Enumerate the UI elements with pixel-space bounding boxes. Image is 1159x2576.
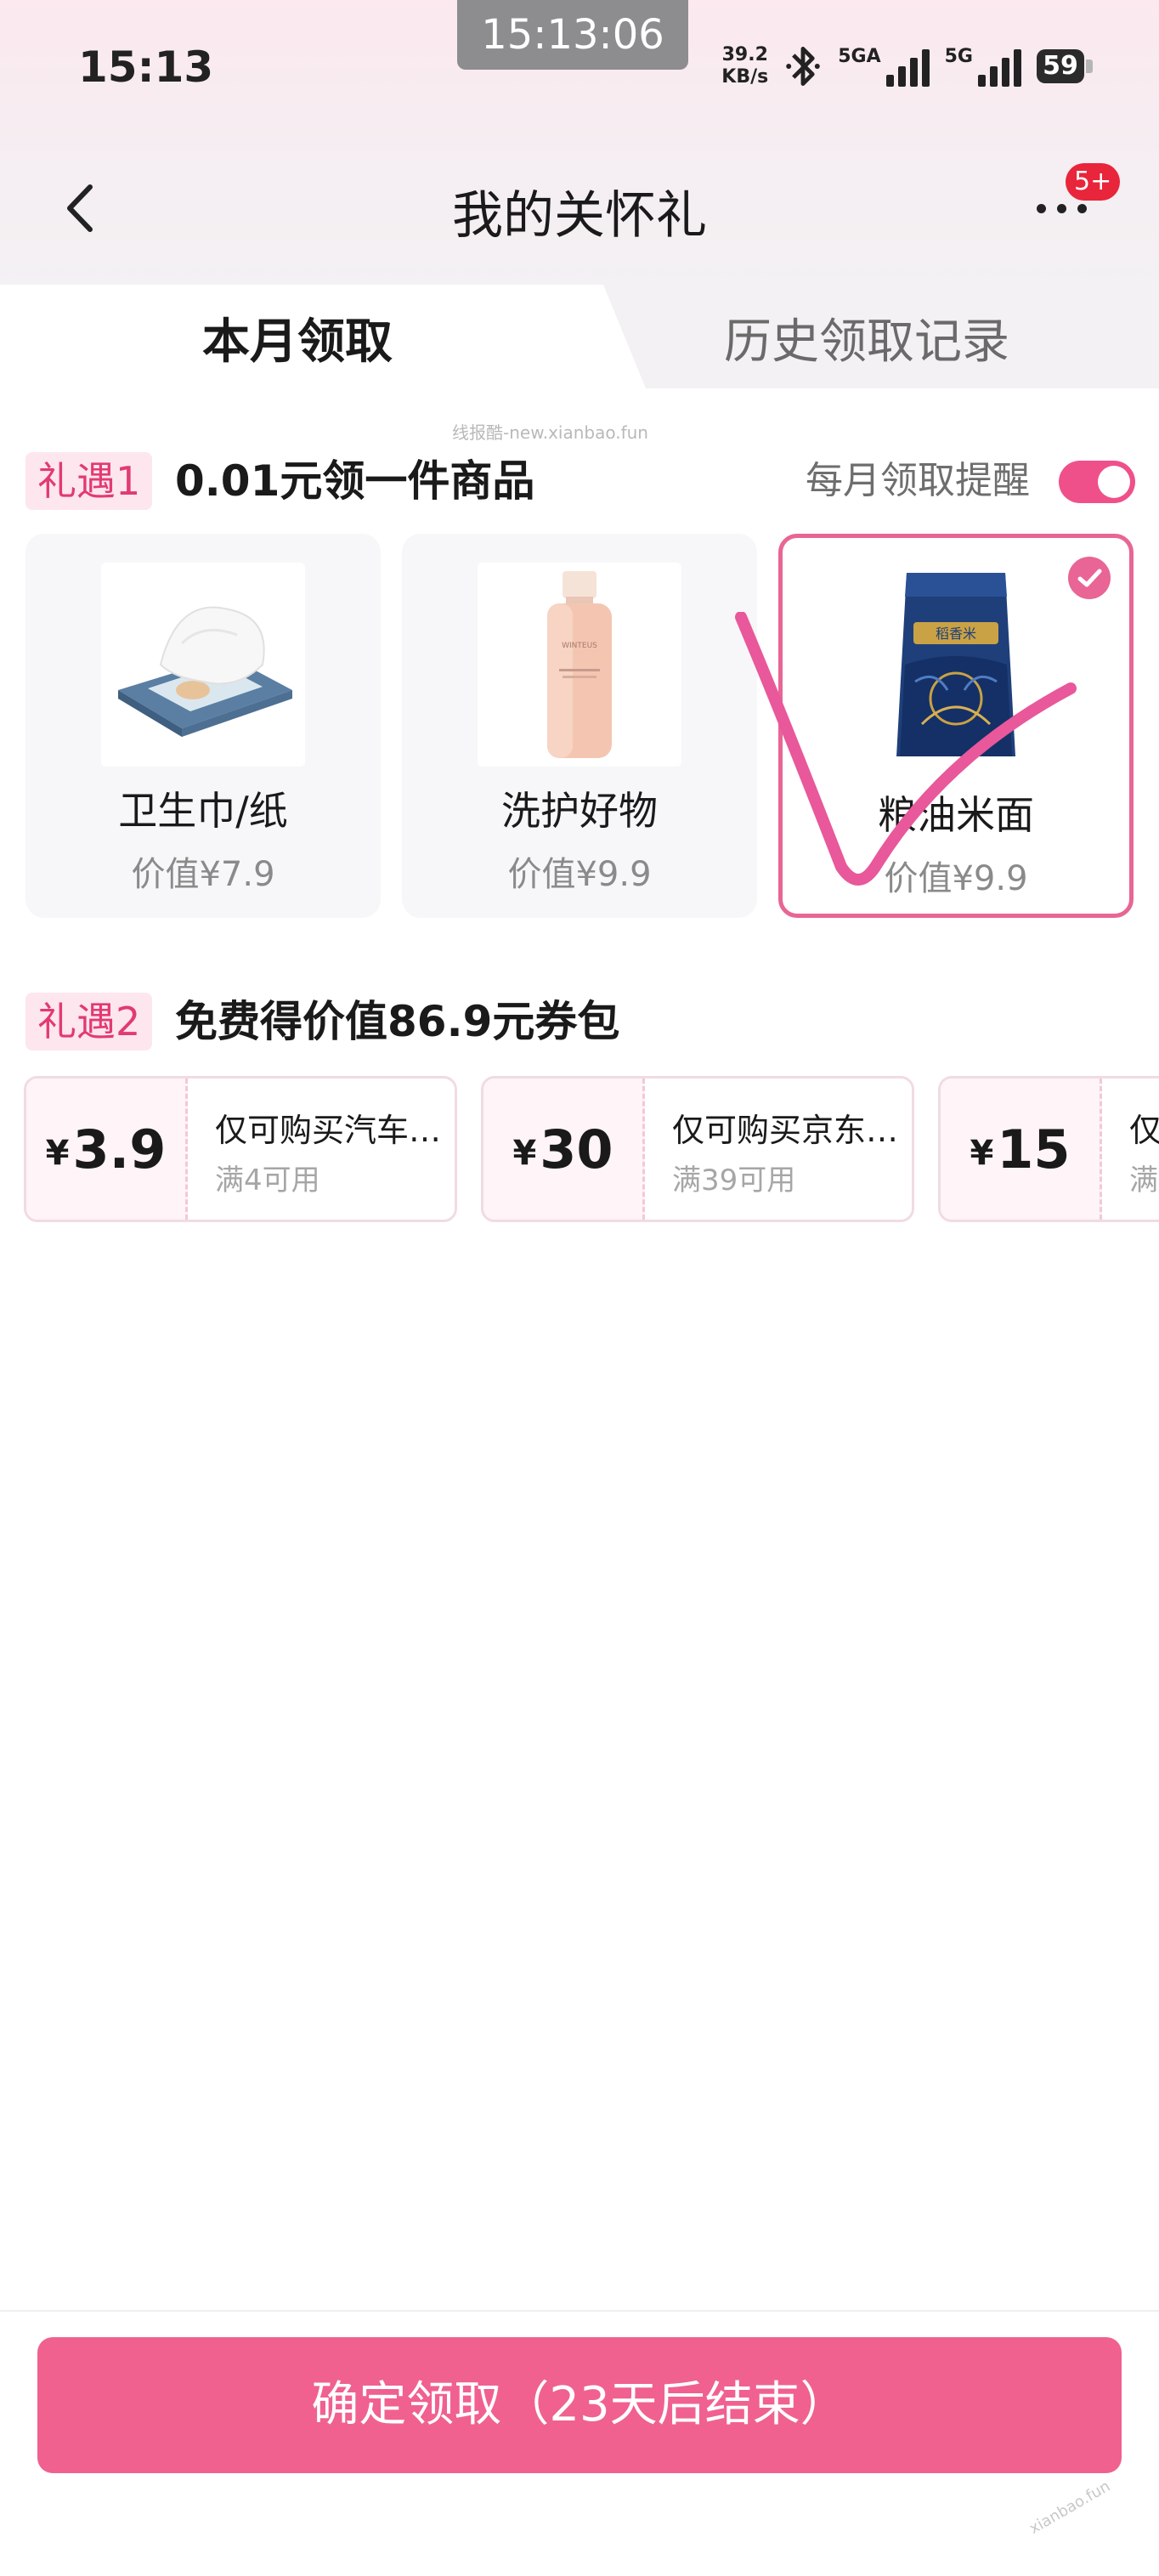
coupon-condition: 满 [1129, 1163, 1158, 1197]
app-page: 15:13 15:13:06 39.2 KB/s 5GA 5G 59 我的关怀礼… [0, 0, 1159, 2576]
svg-text:WINTEUS: WINTEUS [562, 642, 597, 650]
coupon-value: 30 [540, 1118, 613, 1180]
signal-bars-icon [978, 46, 1021, 87]
network-speed-value: 39.2 [721, 44, 768, 65]
coupon-card[interactable]: ¥ 3.9 仅可购买汽车… 满4可用 [24, 1076, 457, 1222]
coupon-currency: ¥ [970, 1134, 994, 1173]
tab-label: 本月领取 [202, 314, 393, 370]
product-image-lotion: WINTEUS [478, 563, 681, 767]
sim1-label: 5GA [838, 46, 881, 67]
bluetooth-icon [786, 47, 821, 86]
coupon-card[interactable]: ¥ 15 仅 满 [938, 1076, 1159, 1222]
product-name: 洗护好物 [501, 788, 658, 834]
notification-badge: 5+ [1066, 163, 1121, 201]
product-name: 卫生巾/纸 [118, 788, 288, 834]
tab-current-month[interactable]: 本月领取 [0, 285, 646, 388]
coupon-amount: ¥ 30 [483, 1079, 645, 1220]
signal-sim2: 5G [945, 46, 1021, 87]
monthly-remind-toggle[interactable] [1059, 461, 1135, 503]
status-icons: 39.2 KB/s 5GA 5G 59 [721, 41, 1093, 92]
status-time: 15:13 [78, 42, 214, 92]
coupon-currency: ¥ [512, 1134, 537, 1173]
gift1-title: 0.01元领一件商品 [175, 456, 535, 506]
product-price: 价值¥7.9 [131, 855, 275, 894]
signal-bars-icon [885, 46, 930, 87]
page-title: 我的关怀礼 [452, 186, 707, 246]
product-card-tissue[interactable]: 卫生巾/纸 价值¥7.9 [25, 534, 381, 918]
confirm-claim-button[interactable]: 确定领取（23天后结束） [37, 2337, 1122, 2473]
product-card-care[interactable]: WINTEUS 洗护好物 价值¥9.9 [402, 534, 757, 918]
battery-level: 59 [1037, 49, 1084, 83]
coupon-amount: ¥ 3.9 [26, 1079, 188, 1220]
gift1-tag: 礼遇1 [25, 452, 153, 510]
tab-bar: 本月领取 历史领取记录 [0, 285, 1159, 388]
tab-history[interactable]: 历史领取记录 [646, 303, 1088, 372]
signal-sim1: 5GA [838, 46, 930, 87]
product-name: 粮油米面 [878, 792, 1034, 838]
product-price: 价值¥9.9 [507, 855, 652, 894]
selected-check-icon [1068, 557, 1111, 599]
coupon-value: 15 [997, 1118, 1071, 1180]
corner-watermark: xianbao.fun [1026, 2477, 1114, 2539]
coupon-condition: 满39可用 [672, 1163, 796, 1197]
network-speed-unit: KB/s [721, 66, 769, 88]
coupon-currency: ¥ [45, 1134, 70, 1173]
coupon-card[interactable]: ¥ 30 仅可购买京东… 满39可用 [481, 1076, 914, 1222]
coupon-description: 仅可购买汽车… [215, 1112, 442, 1149]
bottom-divider [0, 2310, 1159, 2312]
coupon-description: 仅可购买京东… [672, 1112, 899, 1149]
gift2-tag: 礼遇2 [25, 993, 153, 1050]
network-speed: 39.2 KB/s [721, 44, 768, 88]
battery-icon: 59 [1037, 49, 1093, 83]
clock-overlay: 15:13:06 [457, 0, 688, 70]
coupon-condition: 满4可用 [215, 1163, 320, 1197]
monthly-remind-label: 每月领取提醒 [806, 459, 1030, 502]
watermark-text: 线报酷-new.xianbao.fun [452, 422, 648, 443]
product-card-grain[interactable]: 稻香米 粮油米面 价值¥9.9 [778, 534, 1134, 918]
coupon-value: 3.9 [72, 1118, 167, 1180]
gift2-title: 免费得价值86.9元券包 [175, 997, 620, 1046]
product-price: 价值¥9.9 [884, 859, 1028, 898]
product-image-rice-bag: 稻香米 [854, 563, 1058, 767]
coupon-description: 仅 [1129, 1112, 1159, 1149]
svg-text:稻香米: 稻香米 [936, 626, 976, 642]
product-image-tissue [101, 563, 305, 767]
sim2-label: 5G [944, 46, 973, 67]
coupon-amount: ¥ 15 [941, 1079, 1102, 1220]
